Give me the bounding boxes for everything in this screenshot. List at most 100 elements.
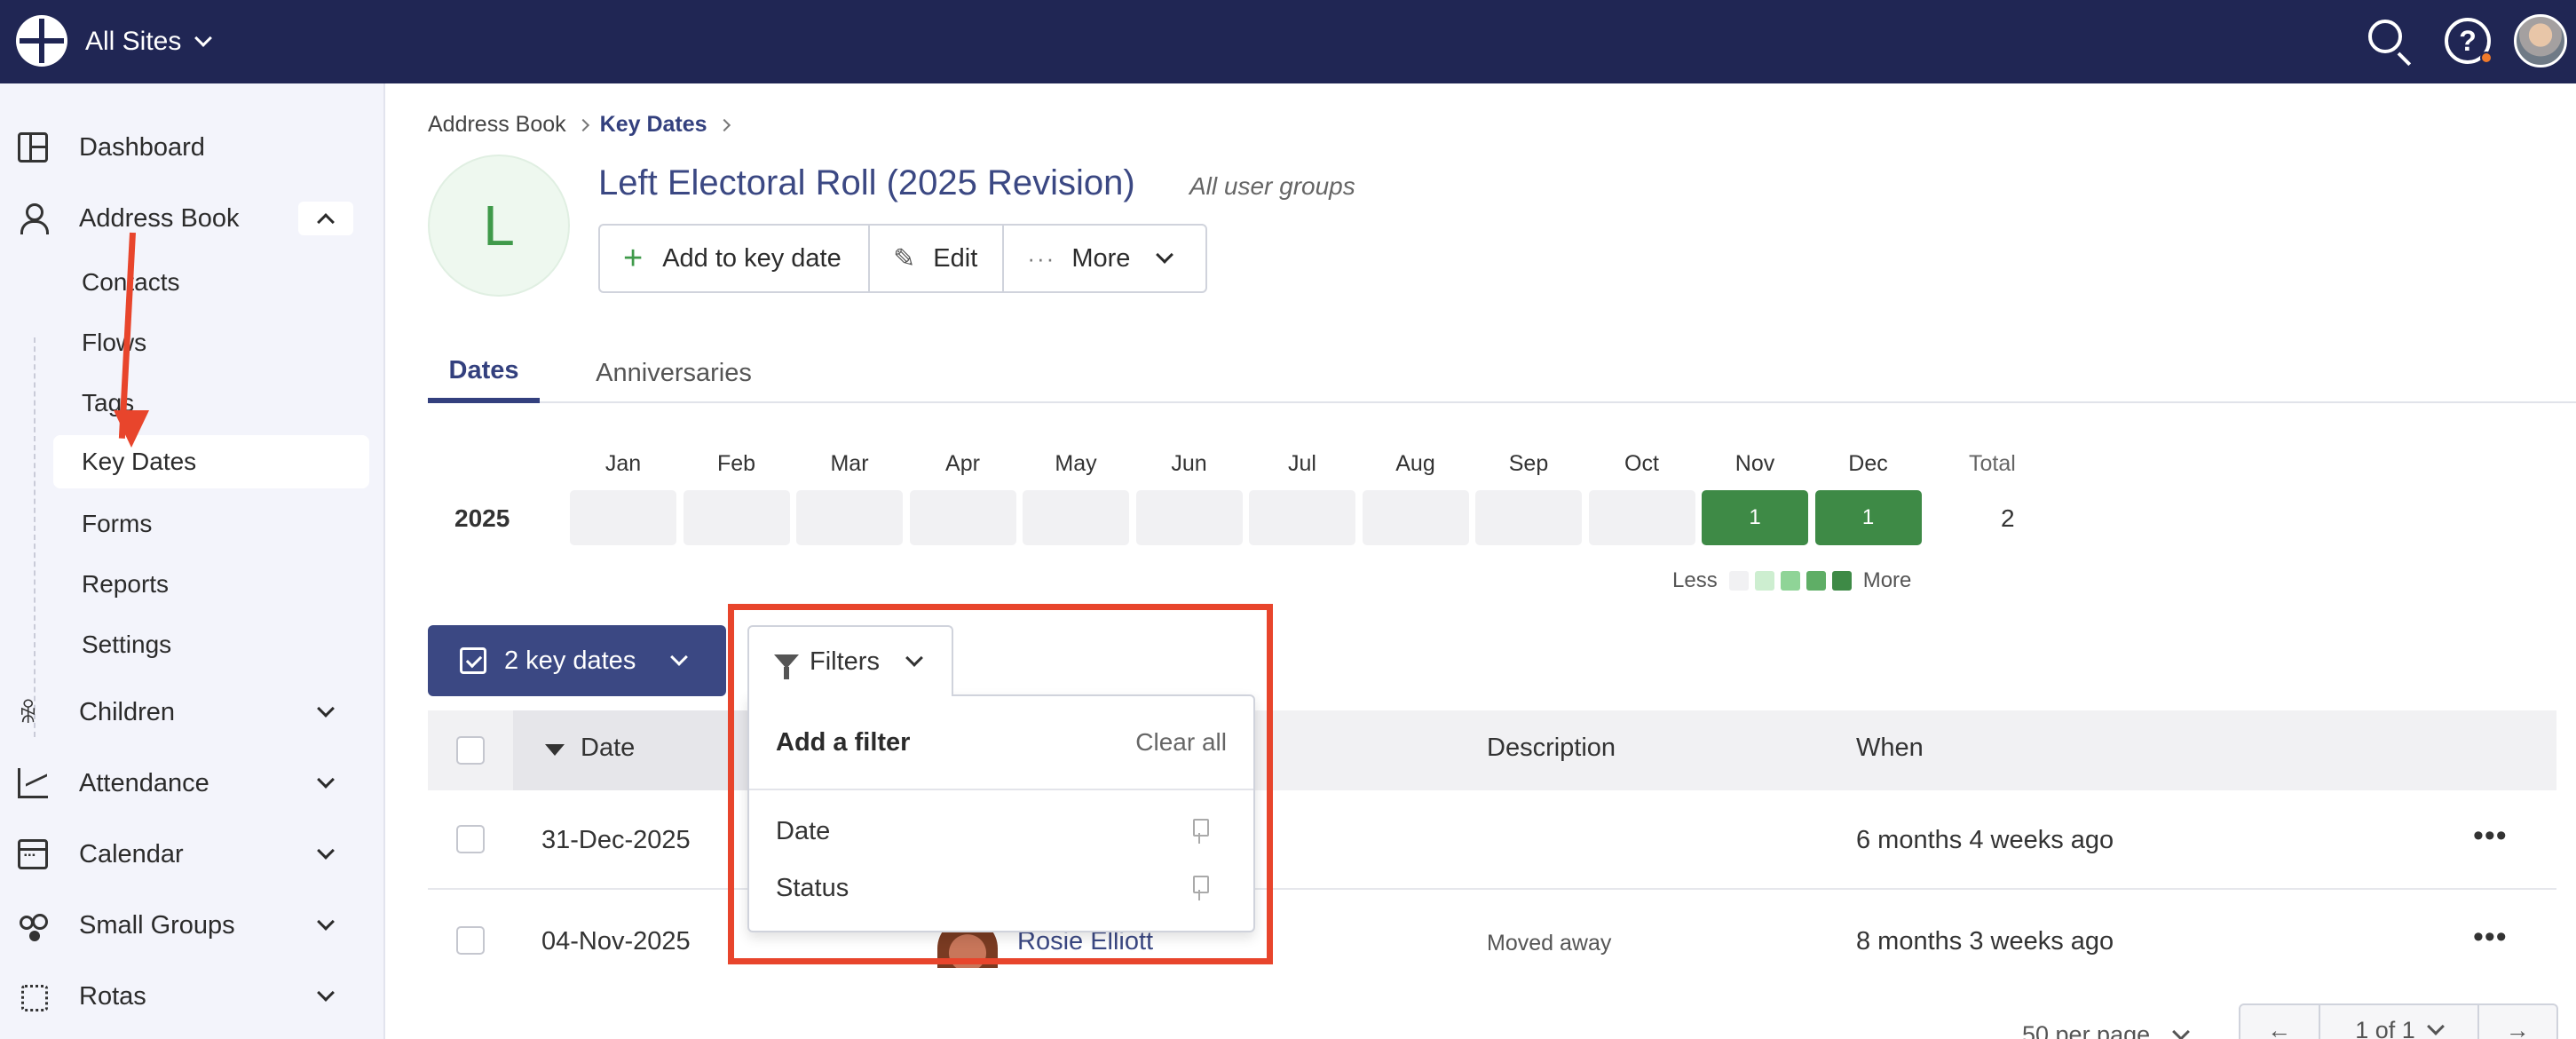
children-icon xyxy=(18,695,48,730)
add-to-key-date-button[interactable]: + Add to key date xyxy=(600,226,871,291)
site-switcher-label: All Sites xyxy=(85,27,182,56)
heatmap-year: 2025 xyxy=(454,504,510,532)
tab-dates[interactable]: Dates xyxy=(428,343,540,403)
heatmap-cell[interactable] xyxy=(1249,490,1355,545)
filter-icon xyxy=(774,654,799,679)
pagination: ← 1 of 1 → xyxy=(2239,1003,2558,1039)
sidebar-subitem-settings[interactable]: Settings xyxy=(53,618,369,671)
heatmap-cell[interactable] xyxy=(1588,490,1695,545)
heatmap-cell[interactable] xyxy=(909,490,1016,545)
pin-icon[interactable] xyxy=(1191,876,1209,900)
month-label: Nov xyxy=(1734,451,1775,476)
submenu-guide-line xyxy=(34,337,36,737)
sidebar-item-label: Rotas xyxy=(79,981,146,1011)
chevron-right-icon xyxy=(717,118,731,131)
user-avatar[interactable] xyxy=(2514,14,2567,67)
breadcrumb-address-book[interactable]: Address Book xyxy=(428,112,566,138)
breadcrumb: Address Book Key Dates xyxy=(428,112,731,138)
select-all-checkbox[interactable] xyxy=(456,736,485,765)
add-to-key-date-label: Add to key date xyxy=(662,243,842,273)
row-when: 6 months 4 weeks ago xyxy=(1856,826,2114,854)
heatmap-cell[interactable] xyxy=(1023,490,1129,545)
chevron-down-icon xyxy=(317,913,335,931)
page-title: Left Electoral Roll (2025 Revision) xyxy=(598,163,1135,202)
heatmap-cell[interactable] xyxy=(1475,490,1582,545)
top-bar: All Sites ? xyxy=(0,0,2576,83)
month-label: Apr xyxy=(945,451,980,476)
sidebar-item-small-groups[interactable]: Small Groups xyxy=(0,897,385,954)
heatmap-cell[interactable] xyxy=(1362,490,1469,545)
row-description: Moved away xyxy=(1487,931,1612,956)
row-menu-icon[interactable]: ••• xyxy=(2473,819,2508,853)
chevron-down-icon xyxy=(317,984,335,1002)
chevron-down-icon xyxy=(194,29,213,47)
rotas-icon xyxy=(18,981,48,1011)
month-label: Sep xyxy=(1508,451,1549,476)
chart-icon xyxy=(18,768,48,798)
more-button[interactable]: ··· More xyxy=(1004,226,1205,291)
collapse-button[interactable] xyxy=(298,202,353,235)
sidebar-item-dashboard[interactable]: Dashboard xyxy=(0,119,385,176)
heatmap-cell[interactable]: 1 xyxy=(1702,490,1808,545)
sidebar-subitem-flows[interactable]: Flows xyxy=(53,316,369,369)
dashboard-icon xyxy=(18,132,48,163)
chevron-down-icon xyxy=(2172,1022,2191,1039)
key-date-avatar: L xyxy=(428,155,570,297)
search-icon[interactable] xyxy=(2365,18,2413,67)
column-header-date[interactable]: Date xyxy=(581,734,635,763)
chevron-down-icon xyxy=(2426,1018,2445,1035)
person-icon xyxy=(18,203,49,234)
sidebar-item-rotas[interactable]: Rotas xyxy=(0,968,385,1025)
filters-button[interactable]: Filters xyxy=(747,625,953,696)
filter-option-status[interactable]: Status xyxy=(776,874,849,903)
pin-icon[interactable] xyxy=(1191,819,1209,844)
sidebar-subitem-forms[interactable]: Forms xyxy=(53,497,369,551)
sidebar-item-children[interactable]: Children xyxy=(0,684,385,741)
column-header-when[interactable]: When xyxy=(1856,734,1924,763)
filter-option-date[interactable]: Date xyxy=(776,817,830,846)
plus-icon: + xyxy=(623,240,644,277)
key-dates-count-label: 2 key dates xyxy=(504,646,636,675)
heatmap-cell[interactable] xyxy=(796,490,903,545)
heatmap-cell[interactable] xyxy=(683,490,790,545)
next-page-button[interactable]: → xyxy=(2479,1005,2557,1039)
heatmap-cell[interactable] xyxy=(1135,490,1243,545)
chevron-up-icon xyxy=(317,213,335,231)
row-date: 31-Dec-2025 xyxy=(541,826,691,854)
key-dates-select-button[interactable]: 2 key dates xyxy=(428,625,726,696)
tab-anniversaries[interactable]: Anniversaries xyxy=(589,343,758,403)
clear-all-button[interactable]: Clear all xyxy=(1135,728,1227,757)
heatmap-cell[interactable]: 1 xyxy=(1814,490,1922,545)
month-label: Dec xyxy=(1848,451,1888,476)
prev-page-button[interactable]: ← xyxy=(2240,1005,2320,1039)
sidebar-subitem-contacts[interactable]: Contacts xyxy=(53,256,369,309)
sidebar-item-label: Dashboard xyxy=(79,132,205,162)
app-logo-icon[interactable] xyxy=(16,15,67,67)
page-select[interactable]: 1 of 1 xyxy=(2320,1005,2479,1039)
breadcrumb-key-dates[interactable]: Key Dates xyxy=(600,112,707,138)
row-menu-icon[interactable]: ••• xyxy=(2473,920,2508,955)
calendar-icon xyxy=(18,839,48,869)
groups-icon xyxy=(18,910,48,940)
annotation-arrow-head xyxy=(114,410,149,448)
row-date: 04-Nov-2025 xyxy=(541,927,691,956)
row-checkbox[interactable] xyxy=(456,825,485,853)
heatmap-cell[interactable] xyxy=(570,490,676,545)
sidebar-item-calendar[interactable]: Calendar xyxy=(0,826,385,883)
sidebar-subitem-key-dates[interactable]: Key Dates xyxy=(53,435,369,488)
site-switcher[interactable]: All Sites xyxy=(85,23,213,60)
sort-descending-icon[interactable] xyxy=(545,744,565,756)
month-label: Feb xyxy=(716,451,756,476)
column-header-description[interactable]: Description xyxy=(1487,734,1616,763)
legend-swatch xyxy=(1780,571,1800,591)
sidebar-subitem-reports[interactable]: Reports xyxy=(53,558,369,611)
sidebar-subitem-tags[interactable]: Tags xyxy=(53,377,369,430)
edit-button[interactable]: ✎ Edit xyxy=(870,226,1005,291)
row-when: 8 months 3 weeks ago xyxy=(1856,927,2114,956)
sidebar-item-address-book[interactable]: Address Book xyxy=(0,190,385,247)
month-label: Aug xyxy=(1395,451,1435,476)
help-icon[interactable]: ? xyxy=(2445,18,2493,64)
sidebar-item-attendance[interactable]: Attendance xyxy=(0,755,385,812)
per-page-select[interactable]: 50 per page xyxy=(2022,1021,2191,1039)
row-checkbox[interactable] xyxy=(456,926,485,955)
